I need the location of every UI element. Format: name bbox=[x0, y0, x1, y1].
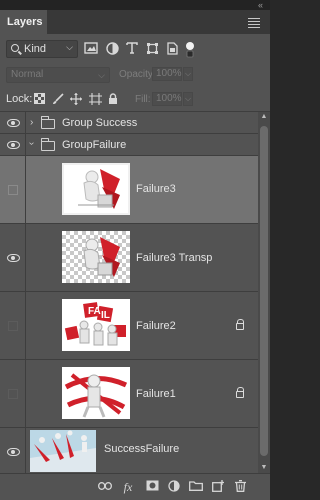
layers-panel: Layers Kind ⌵ Normal ⌵ Opacity: 100% ⌵ L… bbox=[0, 10, 270, 500]
panel-top-strip: « bbox=[0, 0, 270, 10]
smart-object-filter-icon[interactable] bbox=[165, 42, 179, 56]
adjustment-filter-icon[interactable] bbox=[105, 42, 119, 56]
blend-mode-select[interactable]: Normal ⌵ bbox=[6, 67, 110, 83]
shape-filter-icon[interactable] bbox=[145, 42, 159, 56]
image-filter-icon[interactable] bbox=[84, 42, 98, 56]
lock-transparent-pixels-icon[interactable] bbox=[33, 93, 45, 105]
layer-row-failure1[interactable]: Failure1 bbox=[0, 360, 258, 428]
lock-position-icon[interactable] bbox=[70, 93, 82, 105]
eye-icon bbox=[7, 254, 20, 262]
layer-name: Failure1 bbox=[136, 388, 176, 400]
search-icon bbox=[11, 44, 19, 52]
layer-name: Failure3 bbox=[136, 183, 176, 195]
add-mask-icon[interactable] bbox=[145, 480, 159, 494]
layer-thumbnail[interactable] bbox=[62, 163, 130, 215]
eye-icon bbox=[7, 448, 20, 456]
layer-row-failure2[interactable]: FA IL Failure2 bbox=[0, 292, 258, 360]
fill-input[interactable]: 100% bbox=[152, 92, 182, 106]
layers-scrollbar[interactable]: ▲ ▼ bbox=[258, 112, 270, 473]
layer-thumbnail[interactable]: FA IL bbox=[62, 299, 130, 351]
scroll-down-icon[interactable]: ▼ bbox=[258, 463, 270, 473]
folder-icon bbox=[41, 138, 55, 151]
fill-dropdown[interactable]: ⌵ bbox=[183, 92, 193, 106]
layer-name: Failure2 bbox=[136, 320, 176, 332]
layer-thumbnail[interactable] bbox=[62, 367, 130, 419]
lock-icon bbox=[236, 387, 244, 398]
filter-toggle-icon[interactable] bbox=[183, 42, 197, 58]
link-layers-icon[interactable] bbox=[98, 480, 112, 494]
chevron-right-icon[interactable]: › bbox=[30, 117, 33, 128]
opacity-label: Opacity: bbox=[119, 69, 156, 80]
chevron-down-icon: ⌵ bbox=[98, 70, 105, 80]
collapse-panel-icon[interactable]: « bbox=[258, 0, 263, 10]
type-filter-icon[interactable] bbox=[125, 42, 139, 56]
eye-icon bbox=[7, 141, 20, 149]
new-adjustment-icon[interactable] bbox=[167, 480, 181, 494]
layer-name: GroupFailure bbox=[62, 139, 127, 151]
lock-row: Lock: Fill: 100% ⌵ bbox=[0, 90, 270, 110]
scroll-up-icon[interactable]: ▲ bbox=[258, 112, 270, 122]
filter-kind-select[interactable]: Kind ⌵ bbox=[6, 40, 78, 58]
blend-mode-value: Normal bbox=[11, 69, 44, 80]
layer-name: Failure3 Transp bbox=[136, 252, 213, 264]
panel-tab-bar: Layers bbox=[0, 10, 270, 34]
layer-row-failure3[interactable]: Failure3 bbox=[0, 156, 258, 224]
layer-thumbnail[interactable] bbox=[62, 231, 130, 283]
lock-image-pixels-icon[interactable] bbox=[52, 93, 64, 105]
delete-layer-icon[interactable] bbox=[233, 480, 247, 494]
visibility-off-box bbox=[8, 321, 18, 331]
layer-name: Group Success bbox=[62, 117, 138, 129]
filter-row: Kind ⌵ bbox=[0, 38, 270, 60]
layer-row-failure3-transp[interactable]: Failure3 Transp bbox=[0, 224, 258, 292]
panel-menu-icon[interactable] bbox=[248, 18, 260, 30]
filter-kind-label: Kind bbox=[24, 43, 47, 55]
folder-icon bbox=[41, 116, 55, 129]
lock-artboard-icon[interactable] bbox=[89, 93, 102, 105]
visibility-toggle[interactable] bbox=[0, 360, 26, 427]
eye-icon bbox=[7, 119, 20, 127]
opacity-dropdown[interactable]: ⌵ bbox=[183, 67, 193, 81]
chevron-down-icon[interactable]: › bbox=[26, 142, 37, 145]
layer-thumbnail[interactable] bbox=[30, 430, 96, 472]
new-layer-icon[interactable] bbox=[211, 480, 225, 494]
fill-label: Fill: bbox=[135, 94, 151, 105]
tab-layers[interactable]: Layers bbox=[0, 10, 47, 34]
opacity-input[interactable]: 100% bbox=[152, 67, 182, 81]
layers-footer: fx bbox=[0, 473, 270, 500]
lock-icon bbox=[236, 319, 244, 330]
layers-list: › Group Success › GroupFailure Failure3 … bbox=[0, 112, 270, 473]
visibility-toggle[interactable] bbox=[0, 224, 26, 291]
visibility-toggle[interactable] bbox=[0, 428, 26, 473]
visibility-toggle[interactable] bbox=[0, 112, 26, 133]
layer-row-success-failure[interactable]: SuccessFailure bbox=[0, 428, 258, 473]
scroll-thumb[interactable] bbox=[260, 126, 268, 456]
layer-row-group-failure[interactable]: › GroupFailure bbox=[0, 134, 258, 156]
lock-label: Lock: bbox=[6, 93, 33, 105]
visibility-toggle[interactable] bbox=[0, 134, 26, 155]
layer-row-group-success[interactable]: › Group Success bbox=[0, 112, 258, 134]
chevron-down-icon: ⌵ bbox=[66, 42, 73, 52]
layer-name: SuccessFailure bbox=[104, 443, 180, 455]
svg-text:IL: IL bbox=[101, 310, 110, 321]
thumbnail-text: FA bbox=[88, 306, 101, 317]
visibility-off-box bbox=[8, 389, 18, 399]
fx-icon[interactable]: fx bbox=[121, 480, 135, 494]
visibility-off-box bbox=[8, 185, 18, 195]
visibility-toggle[interactable] bbox=[0, 292, 26, 359]
new-group-icon[interactable] bbox=[189, 480, 203, 494]
visibility-toggle[interactable] bbox=[0, 156, 26, 223]
lock-all-icon[interactable] bbox=[107, 93, 119, 105]
blend-row: Normal ⌵ Opacity: 100% ⌵ bbox=[0, 66, 270, 86]
